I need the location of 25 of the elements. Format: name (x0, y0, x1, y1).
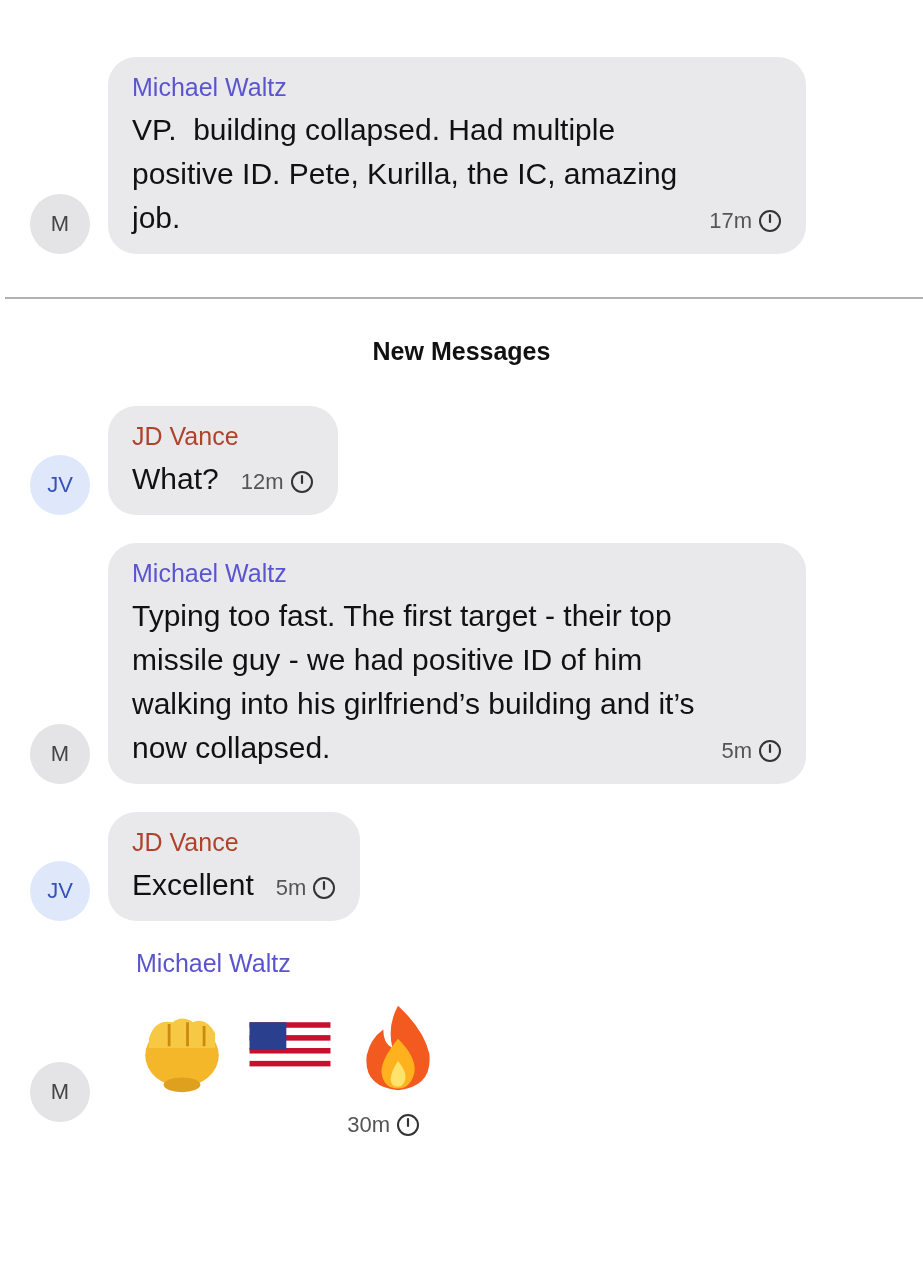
message-text: What? (132, 461, 219, 497)
clock-icon (758, 739, 782, 763)
avatar: JV (30, 455, 90, 515)
timestamp: 30m (347, 1112, 390, 1138)
message-text: VP. building collapsed. Had multiple positive ID. Pete, Kurilla, the IC, amazing job. (132, 112, 679, 236)
timestamp: 17m (709, 208, 752, 234)
avatar: M (30, 194, 90, 254)
clock-icon (758, 209, 782, 233)
avatar: M (30, 724, 90, 784)
sender-name: JD Vance (132, 422, 240, 451)
sender-name: JD Vance (132, 828, 240, 857)
avatar: JV (30, 861, 90, 921)
timestamp: 12m (240, 469, 284, 495)
sender-name: Michael Waltz (132, 73, 288, 102)
message-text: Typing too fast. The first target - their top missile guy - we had positive ID of him walking into his girlfriend’s building and it’s now collapsed. (132, 598, 696, 766)
clock-icon (289, 470, 314, 494)
new-messages-label: New Messages (372, 337, 551, 366)
clock-icon (312, 876, 337, 900)
message-text: Excellent (132, 867, 254, 903)
avatar: M (30, 1062, 90, 1122)
timestamp: 5m (275, 875, 307, 901)
clock-icon (396, 1113, 420, 1137)
sender-name: Michael Waltz (136, 949, 292, 978)
sender-name: Michael Waltz (132, 559, 288, 588)
timestamp: 5m (721, 738, 752, 764)
